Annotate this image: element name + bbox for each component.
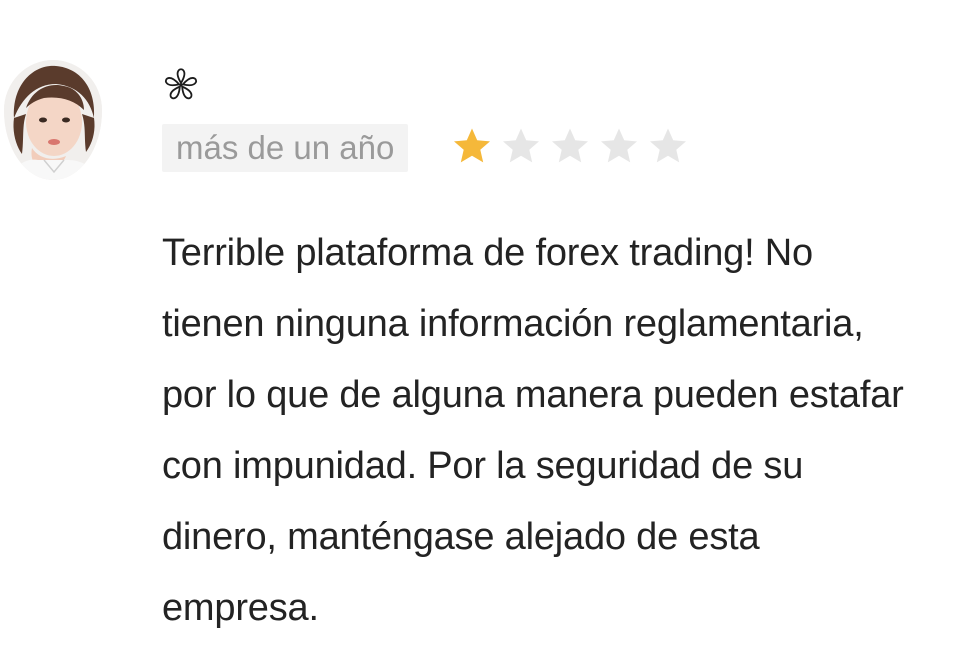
star-rating bbox=[452, 124, 697, 168]
user-avatar[interactable] bbox=[4, 60, 102, 180]
review-time-badge: más de un año bbox=[162, 124, 409, 172]
star-empty-icon bbox=[650, 128, 686, 163]
star-empty-icon bbox=[503, 128, 539, 163]
flower-outline-icon bbox=[160, 64, 202, 106]
review-card: más de un año Terrible plataforma de for… bbox=[0, 0, 956, 648]
star-empty-icon bbox=[552, 128, 588, 163]
review-text: Terrible plataforma de forex trading! No… bbox=[162, 232, 904, 629]
avatar-photo bbox=[4, 60, 102, 180]
star-filled-icon bbox=[454, 128, 490, 163]
star-empty-icon bbox=[601, 128, 637, 163]
